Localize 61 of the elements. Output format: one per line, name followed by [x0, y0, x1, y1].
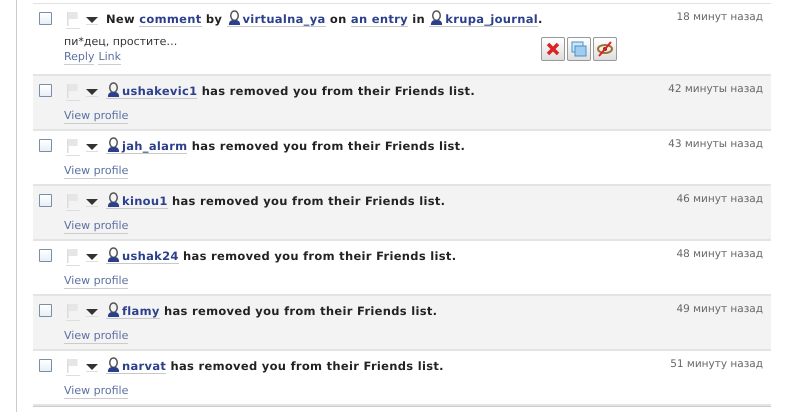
crossed-eye-icon	[596, 41, 614, 57]
timestamp: 18 минут назад	[676, 11, 763, 23]
checkbox[interactable]	[39, 84, 52, 97]
timestamp: 49 минут назад	[676, 303, 763, 315]
user-icon	[106, 302, 121, 317]
notification-message: flamy has removed you from their Friends list.	[106, 302, 676, 319]
link[interactable]: comment	[139, 12, 202, 27]
username-link[interactable]: kinou1	[122, 194, 168, 208]
caret-icon[interactable]	[86, 196, 98, 207]
action-link[interactable]: View profile	[64, 329, 128, 344]
checkbox[interactable]	[39, 304, 52, 317]
caret-icon[interactable]	[86, 86, 98, 97]
user-icon	[106, 247, 121, 262]
action-link[interactable]: View profile	[64, 274, 128, 289]
action-link[interactable]: Link	[98, 50, 121, 65]
caret-icon[interactable]	[86, 14, 98, 25]
close-icon	[545, 41, 561, 57]
caret-icon[interactable]	[86, 361, 98, 372]
checkbox[interactable]	[39, 194, 52, 207]
action-link[interactable]: View profile	[64, 384, 128, 399]
timestamp: 51 минуту назад	[670, 358, 763, 370]
user-icon	[429, 10, 444, 25]
action-link[interactable]: View profile	[64, 109, 128, 124]
action-link[interactable]: View profile	[64, 219, 128, 234]
notification-message: ushakevic1 has removed you from their Friends list.	[106, 82, 668, 99]
username-link[interactable]: jah_alarm	[122, 139, 188, 153]
caret-icon[interactable]	[86, 141, 98, 152]
notification-message: narvat has removed you from their Friends list.	[106, 357, 670, 374]
timestamp: 42 минуты назад	[668, 83, 763, 95]
user-icon	[226, 10, 242, 25]
caret-icon[interactable]	[86, 251, 98, 262]
window-button[interactable]	[567, 37, 591, 61]
notification-message: kinou1 has removed you from their Friends list.	[106, 192, 676, 209]
comment-excerpt: пи*дец, простите…	[64, 35, 178, 49]
username-link[interactable]: narvat	[122, 359, 166, 373]
hide-button[interactable]	[593, 37, 617, 61]
link[interactable]: an entry	[350, 12, 408, 27]
username-link[interactable]: ushakevic1	[122, 84, 198, 98]
username-link[interactable]: virtualna_ya	[242, 12, 326, 26]
username-link[interactable]: ushak24	[122, 249, 179, 263]
action-link[interactable]: Reply	[64, 50, 94, 65]
username-link[interactable]: flamy	[122, 304, 160, 318]
timestamp: 43 минуты назад	[668, 138, 763, 150]
username-link[interactable]: krupa_journal	[445, 12, 538, 26]
user-icon	[106, 192, 121, 207]
notification-message: New comment by virtualna_ya on an entry in krupa_journal.	[106, 10, 544, 27]
user-icon	[106, 357, 121, 372]
checkbox[interactable]	[39, 359, 52, 372]
delete-button[interactable]	[541, 37, 565, 61]
checkbox[interactable]	[39, 139, 52, 152]
user-icon	[106, 82, 121, 97]
action-link[interactable]: View profile	[64, 164, 128, 179]
caret-icon[interactable]	[86, 306, 98, 317]
window-icon	[571, 41, 587, 57]
notification-message: ushak24 has removed you from their Friends list.	[106, 247, 676, 264]
timestamp: 48 минут назад	[676, 248, 763, 260]
timestamp: 46 минут назад	[676, 193, 763, 205]
user-icon	[106, 137, 121, 152]
notification-message: jah_alarm has removed you from their Friends list.	[106, 137, 668, 154]
checkbox[interactable]	[39, 12, 52, 25]
checkbox[interactable]	[39, 249, 52, 262]
